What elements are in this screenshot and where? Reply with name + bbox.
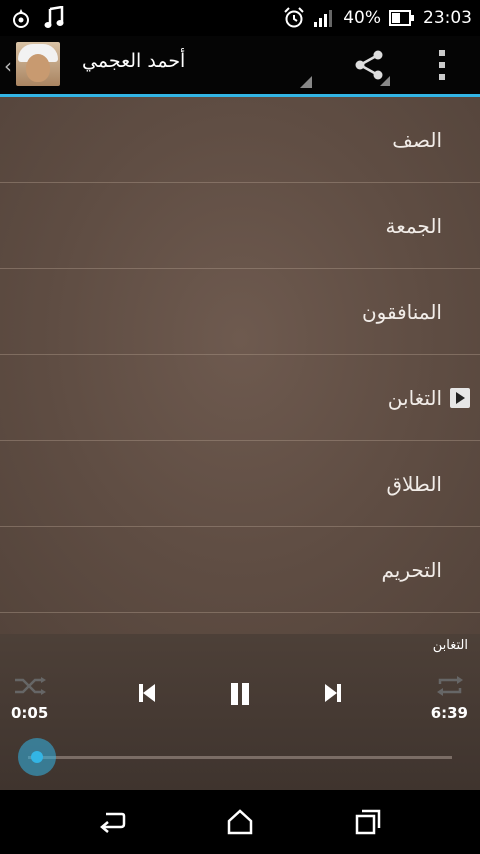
list-item-playing[interactable]: التغابن (0, 355, 480, 441)
home-icon[interactable] (224, 806, 256, 838)
battery-icon (389, 10, 415, 26)
list-item-label: التحريم (381, 557, 442, 582)
alarm-icon (283, 7, 305, 29)
notification-icon (12, 7, 30, 29)
action-bar: ‹ أحمد العجمي (0, 36, 480, 94)
navigation-bar (0, 790, 480, 854)
list-item[interactable]: المنافقون (0, 269, 480, 355)
spinner-indicator-icon (300, 76, 312, 88)
list-item-label: المنافقون (361, 299, 442, 324)
back-icon[interactable] (96, 806, 128, 838)
clock: 23:03 (423, 8, 472, 28)
list-item-label: الطلاق (386, 471, 442, 496)
avatar[interactable] (16, 42, 60, 86)
seek-bar-track[interactable] (28, 756, 452, 759)
signal-icon (313, 8, 335, 28)
pause-icon[interactable] (224, 678, 256, 710)
overflow-menu-icon[interactable] (436, 50, 448, 80)
list-item-label: الصف (392, 127, 442, 152)
music-note-icon (44, 6, 64, 30)
total-duration: 6:39 (430, 704, 468, 722)
list-item-label: التغابن (387, 385, 442, 410)
list-item-label: الجمعة (385, 213, 443, 238)
back-caret-icon[interactable]: ‹ (4, 54, 12, 78)
surah-list[interactable]: الصف الجمعة المنافقون التغابن الطلاق الت… (0, 97, 480, 634)
list-item[interactable]: التحريم (0, 527, 480, 613)
next-icon[interactable] (318, 678, 348, 708)
battery-percent: 40% (343, 8, 381, 28)
list-item[interactable]: الصف (0, 97, 480, 183)
media-player: التغابن 0:05 6:39 (0, 634, 480, 790)
repeat-icon[interactable] (432, 674, 468, 698)
status-bar: 40% 23:03 (0, 0, 480, 36)
page-title[interactable]: أحمد العجمي (82, 50, 185, 72)
recents-icon[interactable] (352, 806, 384, 838)
now-playing-title: التغابن (432, 638, 468, 653)
share-indicator-icon (380, 76, 390, 86)
list-item[interactable]: الجمعة (0, 183, 480, 269)
list-item[interactable]: الطلاق (0, 441, 480, 527)
seek-bar-thumb[interactable] (18, 738, 57, 776)
now-playing-icon (450, 387, 470, 408)
elapsed-time: 0:05 (11, 704, 49, 722)
previous-icon[interactable] (132, 678, 162, 708)
shuffle-icon[interactable] (12, 674, 48, 698)
